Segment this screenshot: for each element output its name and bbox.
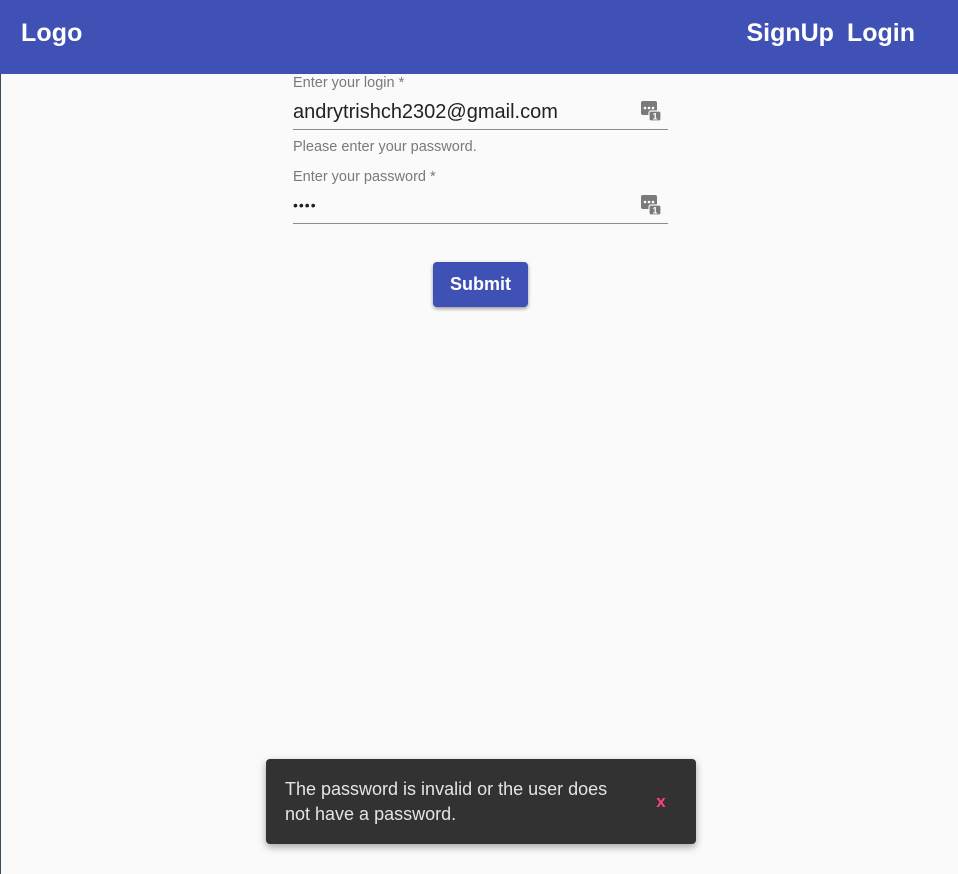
password-manager-key-icon[interactable]: 1 bbox=[640, 100, 662, 122]
password-input[interactable] bbox=[293, 193, 633, 217]
login-link[interactable]: Login bbox=[847, 19, 915, 48]
login-input[interactable] bbox=[293, 99, 633, 125]
password-manager-key-icon[interactable]: 1 bbox=[640, 194, 662, 216]
password-hint: Please enter your password. bbox=[293, 139, 477, 155]
login-field-label: Enter your login * bbox=[293, 75, 405, 91]
password-field: Enter your password * 1 bbox=[293, 168, 668, 224]
snackbar-message: The password is invalid or the user does… bbox=[285, 779, 608, 824]
login-field: Enter your login * 1 bbox=[293, 74, 668, 130]
top-toolbar: Logo SignUp Login bbox=[0, 0, 958, 74]
submit-button[interactable]: Submit bbox=[433, 262, 528, 307]
login-underline bbox=[293, 129, 668, 130]
svg-text:1: 1 bbox=[652, 112, 657, 122]
logo[interactable]: Logo bbox=[21, 19, 82, 48]
top-nav: SignUp Login bbox=[746, 19, 915, 48]
svg-text:1: 1 bbox=[652, 206, 657, 216]
snackbar-close-button[interactable]: x bbox=[646, 787, 676, 817]
error-snackbar: The password is invalid or the user does… bbox=[266, 759, 696, 844]
password-field-label: Enter your password * bbox=[293, 169, 436, 185]
page-left-edge bbox=[0, 74, 1, 874]
signup-link[interactable]: SignUp bbox=[746, 19, 834, 48]
password-underline bbox=[293, 223, 668, 224]
